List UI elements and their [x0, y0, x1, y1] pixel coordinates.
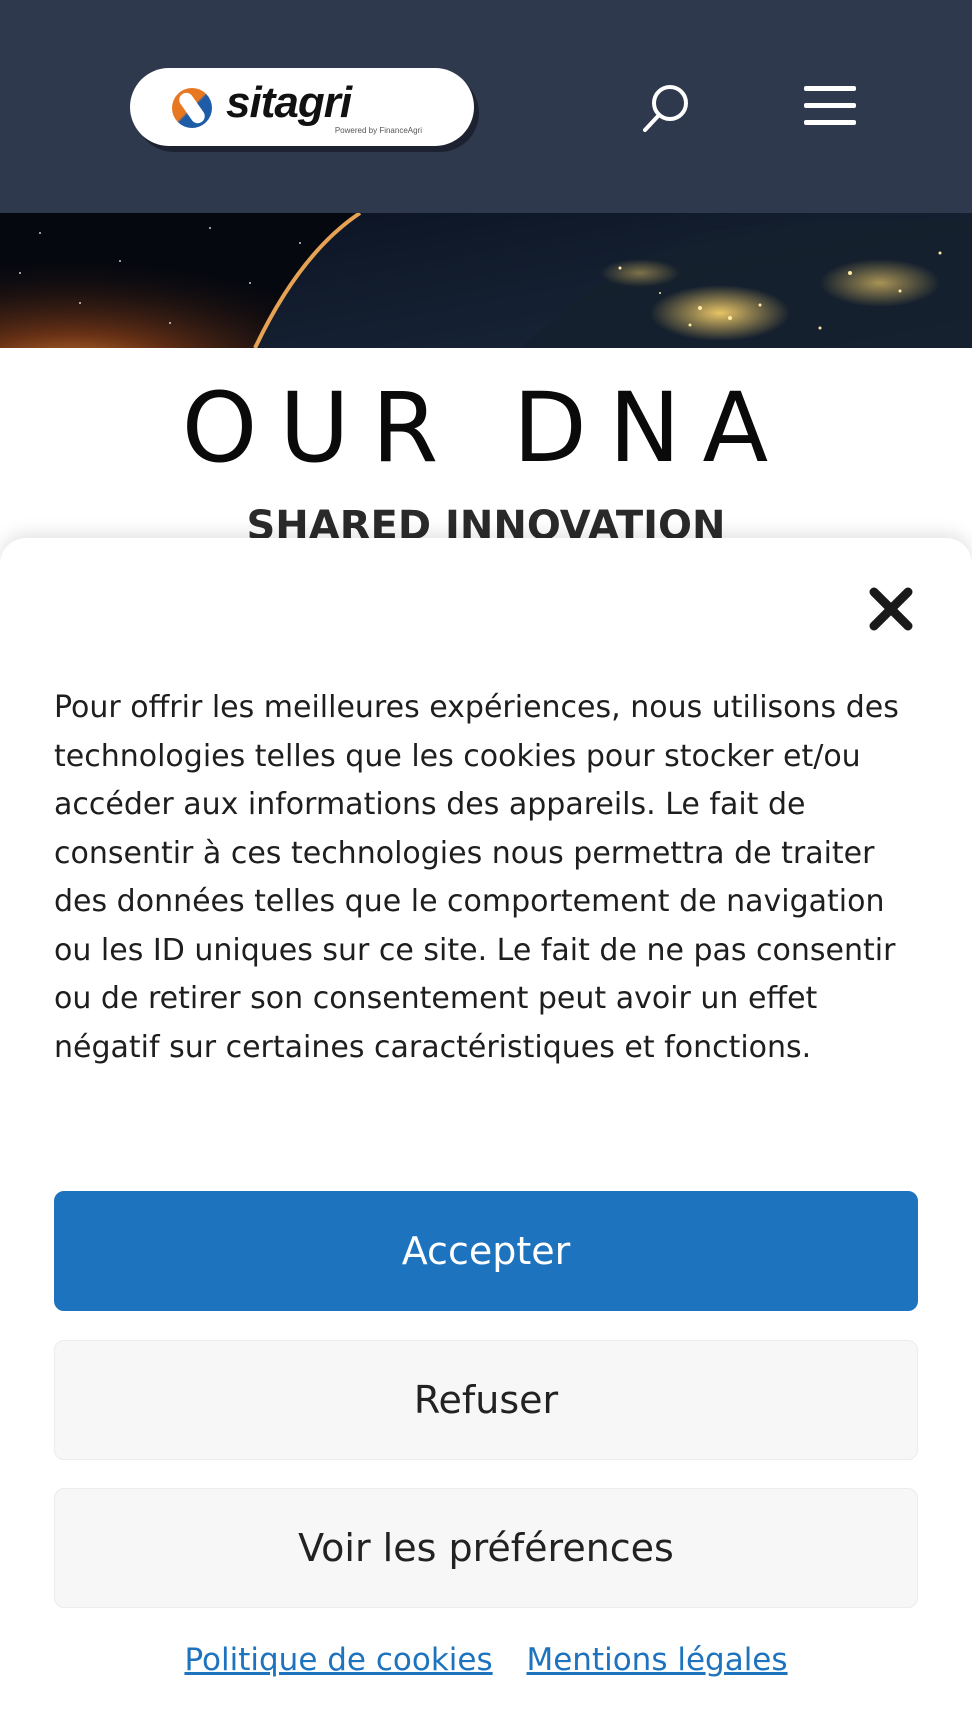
site-header: sitagri Powered by FinanceAgri	[0, 0, 972, 213]
search-icon	[643, 85, 688, 132]
close-icon	[869, 587, 913, 631]
earth-night-image	[0, 213, 972, 348]
view-preferences-button[interactable]: Voir les préférences	[54, 1488, 918, 1608]
logo-subtext: Powered by FinanceAgri	[334, 126, 422, 135]
cookie-links: Politique de cookies Mentions légales	[0, 1638, 972, 1682]
legal-notice-link[interactable]: Mentions légales	[526, 1642, 787, 1678]
cookie-policy-link[interactable]: Politique de cookies	[184, 1642, 492, 1678]
deny-button[interactable]: Refuser	[54, 1340, 918, 1460]
hamburger-menu-icon	[804, 86, 856, 125]
menu-button[interactable]	[800, 80, 860, 132]
cookie-message: Pour offrir les meilleures expériences, …	[54, 690, 899, 1065]
page-title: OUR DNA	[181, 372, 791, 484]
search-button[interactable]	[640, 82, 692, 134]
accept-button[interactable]: Accepter	[54, 1191, 918, 1311]
sitagri-logo[interactable]: sitagri Powered by FinanceAgri	[130, 68, 474, 146]
cookie-consent-banner: Pour offrir les meilleures expériences, …	[0, 538, 972, 1728]
close-button[interactable]	[864, 582, 918, 636]
logo-text: sitagri	[226, 78, 352, 127]
sitagri-logo-mark-icon	[172, 88, 212, 128]
hero-banner-image	[0, 213, 972, 348]
